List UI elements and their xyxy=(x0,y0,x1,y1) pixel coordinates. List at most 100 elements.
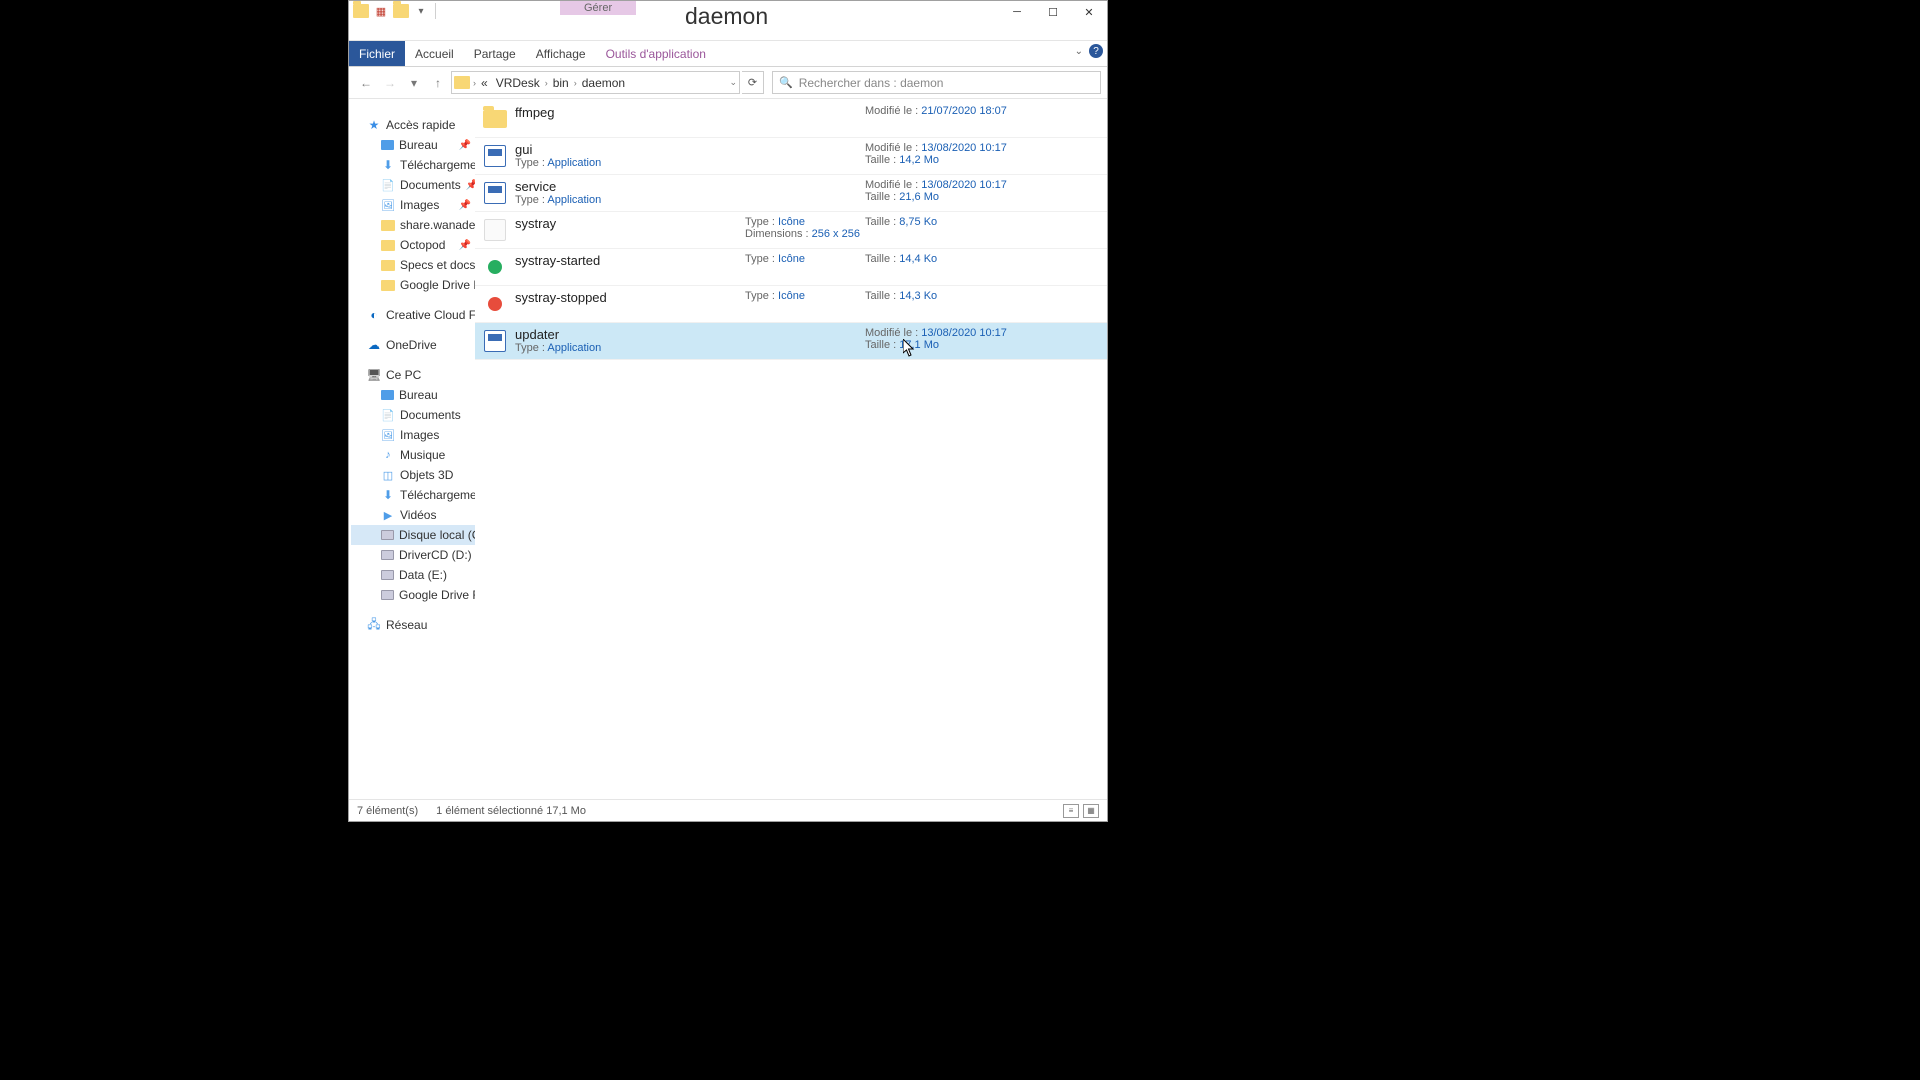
file-row[interactable]: serviceType : ApplicationModifié le : 13… xyxy=(475,175,1107,212)
file-size: Taille : 14,3 Ko xyxy=(865,290,1099,302)
chevron-icon[interactable]: › xyxy=(574,78,577,88)
file-row[interactable]: updaterType : ApplicationModifié le : 13… xyxy=(475,323,1107,360)
pin-icon: 📌 xyxy=(459,140,471,151)
navbar: ← → ▾ ↑ › « VRDesk › bin › daemon ⌄ ⟳ 🔍 … xyxy=(349,67,1107,99)
properties-icon[interactable]: ▦ xyxy=(373,3,389,19)
image-icon: 🖼 xyxy=(381,429,395,441)
up-button[interactable]: ↑ xyxy=(427,72,449,94)
context-tab-group: Gérer xyxy=(560,1,636,15)
sidebar-onedrive[interactable]: ☁ OneDrive xyxy=(351,335,475,355)
tab-home[interactable]: Accueil xyxy=(405,41,464,66)
new-folder-icon[interactable] xyxy=(393,3,409,19)
context-tab-header: Gérer xyxy=(560,1,636,15)
download-icon: ⬇ xyxy=(381,489,395,501)
file-name: ffmpeg xyxy=(515,105,745,120)
minimize-button[interactable]: ─ xyxy=(999,1,1035,23)
help-icon[interactable]: ? xyxy=(1089,44,1103,58)
sidebar-creative-cloud[interactable]: ◐ Creative Cloud Files xyxy=(351,305,475,325)
sidebar-quick-item[interactable]: 📄Documents📌 xyxy=(351,175,475,195)
view-details-icon[interactable]: ≡ xyxy=(1063,804,1079,818)
sidebar-pc-item[interactable]: DriverCD (D:) xyxy=(351,545,475,565)
sidebar-pc-item[interactable]: Data (E:) xyxy=(351,565,475,585)
file-size: Taille : 8,75 Ko xyxy=(865,216,1099,228)
file-name: updater xyxy=(515,327,745,342)
document-icon: 📄 xyxy=(381,409,395,421)
ribbon-collapse-icon[interactable]: ⌄ xyxy=(1075,46,1083,57)
search-box[interactable]: 🔍 Rechercher dans : daemon xyxy=(772,71,1101,94)
status-dot-red-icon xyxy=(488,297,502,311)
refresh-button[interactable]: ⟳ xyxy=(742,71,764,94)
sidebar-pc-item[interactable]: Google Drive File St xyxy=(351,585,475,605)
file-type: Type : Icône xyxy=(745,253,865,265)
sidebar-pc-item[interactable]: Disque local (C:) xyxy=(351,525,475,545)
address-bar[interactable]: › « VRDesk › bin › daemon ⌄ xyxy=(451,71,740,94)
address-dropdown-icon[interactable]: ⌄ xyxy=(729,77,737,88)
sidebar-network[interactable]: 🖧 Réseau xyxy=(351,615,475,635)
tab-file[interactable]: Fichier xyxy=(349,41,405,66)
sidebar-item-label: Bureau xyxy=(399,388,438,402)
sidebar-quick-item[interactable]: Specs et docs sal📌 xyxy=(351,255,475,275)
sidebar-pc-item[interactable]: 🖼Images xyxy=(351,425,475,445)
network-icon: 🖧 xyxy=(367,619,381,631)
status-dot-green-icon xyxy=(488,260,502,274)
sidebar-item-label: Specs et docs sal xyxy=(400,258,475,272)
forward-button[interactable]: → xyxy=(379,72,401,94)
sidebar-quick-item[interactable]: Google Drive File📌 xyxy=(351,275,475,295)
tab-share[interactable]: Partage xyxy=(464,41,526,66)
file-size: Taille : 17,1 Mo xyxy=(865,339,1099,351)
search-placeholder: Rechercher dans : daemon xyxy=(799,76,944,90)
breadcrumb-seg-0[interactable]: VRDesk xyxy=(493,76,543,90)
sidebar-quick-item[interactable]: 🖼Images📌 xyxy=(351,195,475,215)
file-row[interactable]: systray-startedType : IcôneTaille : 14,4… xyxy=(475,249,1107,286)
tab-view[interactable]: Affichage xyxy=(526,41,596,66)
status-count: 7 élément(s) xyxy=(357,805,418,817)
sidebar-quick-access[interactable]: ★ Accès rapide xyxy=(351,115,475,135)
sidebar-pc-item[interactable]: ▶Vidéos xyxy=(351,505,475,525)
file-row[interactable]: ffmpegModifié le : 21/07/2020 18:07 xyxy=(475,101,1107,138)
qat-dropdown-icon[interactable]: ▾ xyxy=(413,3,429,19)
sidebar-pc-item[interactable]: ◫Objets 3D xyxy=(351,465,475,485)
star-icon: ★ xyxy=(367,119,381,131)
close-button[interactable]: ✕ xyxy=(1071,1,1107,23)
back-button[interactable]: ← xyxy=(355,72,377,94)
document-icon: 📄 xyxy=(381,179,395,191)
view-tiles-icon[interactable]: ▦ xyxy=(1083,804,1099,818)
sidebar-pc-item[interactable]: 📄Documents xyxy=(351,405,475,425)
maximize-button[interactable]: ☐ xyxy=(1035,1,1071,23)
file-row[interactable]: systray-stoppedType : IcôneTaille : 14,3… xyxy=(475,286,1107,323)
file-name: systray-stopped xyxy=(515,290,745,305)
sidebar-item-label: Data (E:) xyxy=(399,568,447,582)
sidebar-quick-item[interactable]: Octopod📌 xyxy=(351,235,475,255)
breadcrumb-seg-1[interactable]: bin xyxy=(550,76,572,90)
objects3d-icon: ◫ xyxy=(381,469,395,481)
sidebar-this-pc[interactable]: 🖥 Ce PC xyxy=(351,365,475,385)
disk-icon xyxy=(381,570,394,580)
sidebar-quick-item[interactable]: ⬇Téléchargements📌 xyxy=(351,155,475,175)
file-size: Taille : 14,2 Mo xyxy=(865,154,1099,166)
chevron-icon[interactable]: › xyxy=(545,78,548,88)
folder-icon xyxy=(381,280,395,291)
folder-icon xyxy=(381,240,395,251)
desktop-icon xyxy=(381,390,394,400)
file-dimensions: Dimensions : 256 x 256 xyxy=(745,228,865,240)
tab-app-tools[interactable]: Outils d'application xyxy=(596,41,716,66)
disk-icon xyxy=(381,550,394,560)
sidebar-pc-item[interactable]: Bureau xyxy=(351,385,475,405)
file-list[interactable]: ffmpegModifié le : 21/07/2020 18:07guiTy… xyxy=(475,99,1107,799)
window-controls: ─ ☐ ✕ xyxy=(999,1,1107,23)
file-row[interactable]: systrayType : IcôneDimensions : 256 x 25… xyxy=(475,212,1107,249)
pin-icon: 📌 xyxy=(459,200,471,211)
file-modified: Modifié le : 13/08/2020 10:17 xyxy=(865,142,1099,154)
file-name: service xyxy=(515,179,745,194)
sidebar-pc-item[interactable]: ⬇Téléchargements xyxy=(351,485,475,505)
image-icon: 🖼 xyxy=(381,199,395,211)
recent-dropdown[interactable]: ▾ xyxy=(403,72,425,94)
file-row[interactable]: guiType : ApplicationModifié le : 13/08/… xyxy=(475,138,1107,175)
sidebar-pc-item[interactable]: ♪Musique xyxy=(351,445,475,465)
sidebar-item-label: Google Drive File xyxy=(400,278,475,292)
nav-tree[interactable]: ★ Accès rapide Bureau📌⬇Téléchargements📌📄… xyxy=(349,99,475,799)
breadcrumb-seg-2[interactable]: daemon xyxy=(579,76,628,90)
quick-access-toolbar: ▦ ▾ xyxy=(349,1,442,21)
sidebar-quick-item[interactable]: share.wanadev.la📌 xyxy=(351,215,475,235)
sidebar-quick-item[interactable]: Bureau📌 xyxy=(351,135,475,155)
